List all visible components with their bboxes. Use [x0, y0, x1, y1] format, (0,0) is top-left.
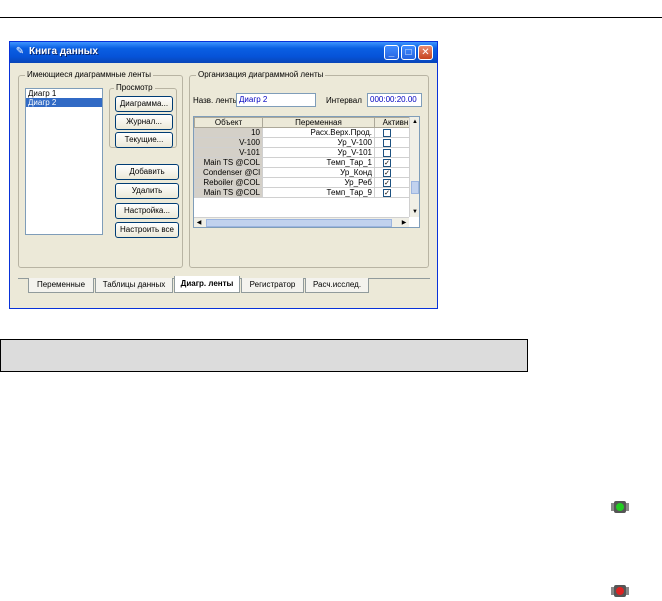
scroll-down-icon[interactable]: ▼	[410, 207, 419, 217]
variables-grid[interactable]: Объект Переменная Активн 10 Расх.Верх.Про…	[193, 116, 420, 228]
col-header-variable[interactable]: Переменная	[262, 117, 375, 128]
cell-variable[interactable]: Расх.Верх.Прод.	[262, 127, 375, 138]
strip-name-label: Назв. ленты	[193, 96, 239, 105]
available-strips-title: Имеющиеся диаграммные ленты	[25, 70, 153, 79]
active-checkbox[interactable]	[383, 148, 391, 157]
traffic-light-red-icon[interactable]	[611, 584, 629, 598]
view-group: Просмотр Диаграмма... Журнал... Текущие.…	[109, 83, 177, 148]
active-checkbox[interactable]	[383, 138, 391, 147]
chart-button[interactable]: Диаграмма...	[115, 96, 173, 112]
cell-object[interactable]: Reboiler @COL	[194, 177, 263, 188]
vertical-scrollbar[interactable]: ▲ ▼	[409, 117, 419, 217]
window-title: Книга данных	[29, 46, 98, 57]
tab-variables[interactable]: Переменные	[28, 278, 94, 293]
traffic-light-green-icon[interactable]	[611, 500, 629, 514]
close-button[interactable]: ✕	[418, 45, 433, 60]
cell-object[interactable]: 10	[194, 127, 263, 138]
cell-variable[interactable]: Ур_V-100	[262, 137, 375, 148]
minimize-button[interactable]: _	[384, 45, 399, 60]
grid-row[interactable]: Reboiler @COL Ур_Реб ✓	[194, 177, 417, 188]
setup-button[interactable]: Настройка...	[115, 203, 179, 219]
strip-name-field[interactable]: Диагр 2	[236, 93, 316, 107]
setup-all-button[interactable]: Настроить все	[115, 222, 179, 238]
grid-row[interactable]: V-100 Ур_V-100	[194, 137, 417, 148]
active-checkbox[interactable]	[383, 128, 391, 137]
tab-strip-charts[interactable]: Диагр. ленты	[174, 276, 240, 293]
active-checkbox[interactable]: ✓	[383, 188, 391, 197]
grid-row[interactable]: 10 Расх.Верх.Прод.	[194, 127, 417, 138]
cell-variable[interactable]: Ур_Реб	[262, 177, 375, 188]
app-icon: ✎	[15, 46, 25, 57]
strip-item[interactable]: Диагр 1	[26, 89, 102, 98]
current-button[interactable]: Текущие...	[115, 132, 173, 148]
databook-window: ✎ Книга данных _ □ ✕ Имеющиеся диаграммн…	[9, 41, 438, 309]
view-group-title: Просмотр	[114, 83, 155, 92]
horizontal-scrollbar[interactable]: ◀ ▶	[194, 217, 409, 227]
tab-recorder[interactable]: Регистратор	[241, 278, 304, 293]
journal-button[interactable]: Журнал...	[115, 114, 173, 130]
cell-object[interactable]: V-101	[194, 147, 263, 158]
maximize-button[interactable]: □	[401, 45, 416, 60]
title-bar[interactable]: ✎ Книга данных _ □ ✕	[10, 42, 437, 63]
interval-field[interactable]: 000:00:20.00	[367, 93, 422, 107]
cell-object[interactable]: Main TS @COL	[194, 157, 263, 168]
horizontal-scroll-thumb[interactable]	[206, 219, 392, 227]
cell-variable[interactable]: Ур_Конд	[262, 167, 375, 178]
scroll-up-icon[interactable]: ▲	[410, 117, 419, 127]
top-divider-line	[0, 17, 662, 18]
grid-row[interactable]: Main TS @COL Темп_Тар_1 ✓	[194, 157, 417, 168]
add-button[interactable]: Добавить	[115, 164, 179, 180]
cell-object[interactable]: Main TS @COL	[194, 187, 263, 198]
delete-button[interactable]: Удалить	[115, 183, 179, 199]
strip-item-selected[interactable]: Диагр 2	[26, 98, 102, 107]
cell-object[interactable]: V-100	[194, 137, 263, 148]
grid-row[interactable]: Condenser @Cl Ур_Конд ✓	[194, 167, 417, 178]
active-checkbox[interactable]: ✓	[383, 158, 391, 167]
grid-row[interactable]: Main TS @COL Темп_Тар_9 ✓	[194, 187, 417, 198]
variables-table: Объект Переменная Активн 10 Расх.Верх.Про…	[194, 117, 417, 198]
scroll-right-icon[interactable]: ▶	[399, 218, 409, 227]
cell-variable[interactable]: Ур_V-101	[262, 147, 375, 158]
scroll-left-icon[interactable]: ◀	[194, 218, 204, 227]
strips-listbox[interactable]: Диагр 1 Диагр 2	[25, 88, 103, 235]
strip-organization-group: Организация диаграммной ленты Назв. лент…	[189, 70, 429, 268]
active-checkbox[interactable]: ✓	[383, 168, 391, 177]
tab-data-tables[interactable]: Таблицы данных	[95, 278, 173, 293]
available-strips-group: Имеющиеся диаграммные ленты Диагр 1 Диаг…	[18, 70, 183, 268]
interval-label: Интервал	[326, 96, 362, 105]
tab-case-studies[interactable]: Расч.исслед.	[305, 278, 369, 293]
cell-variable[interactable]: Темп_Тар_1	[262, 157, 375, 168]
grid-row[interactable]: V-101 Ур_V-101	[194, 147, 417, 158]
col-header-object[interactable]: Объект	[194, 117, 263, 128]
cell-object[interactable]: Condenser @Cl	[194, 167, 263, 178]
gray-bar	[0, 339, 528, 372]
active-checkbox[interactable]: ✓	[383, 178, 391, 187]
cell-variable[interactable]: Темп_Тар_9	[262, 187, 375, 198]
strip-organization-title: Организация диаграммной ленты	[196, 70, 326, 79]
grid-body: 10 Расх.Верх.Прод. V-100 Ур_V-100 V-101 Ур_V-…	[194, 127, 417, 198]
vertical-scroll-thumb[interactable]	[411, 181, 419, 194]
